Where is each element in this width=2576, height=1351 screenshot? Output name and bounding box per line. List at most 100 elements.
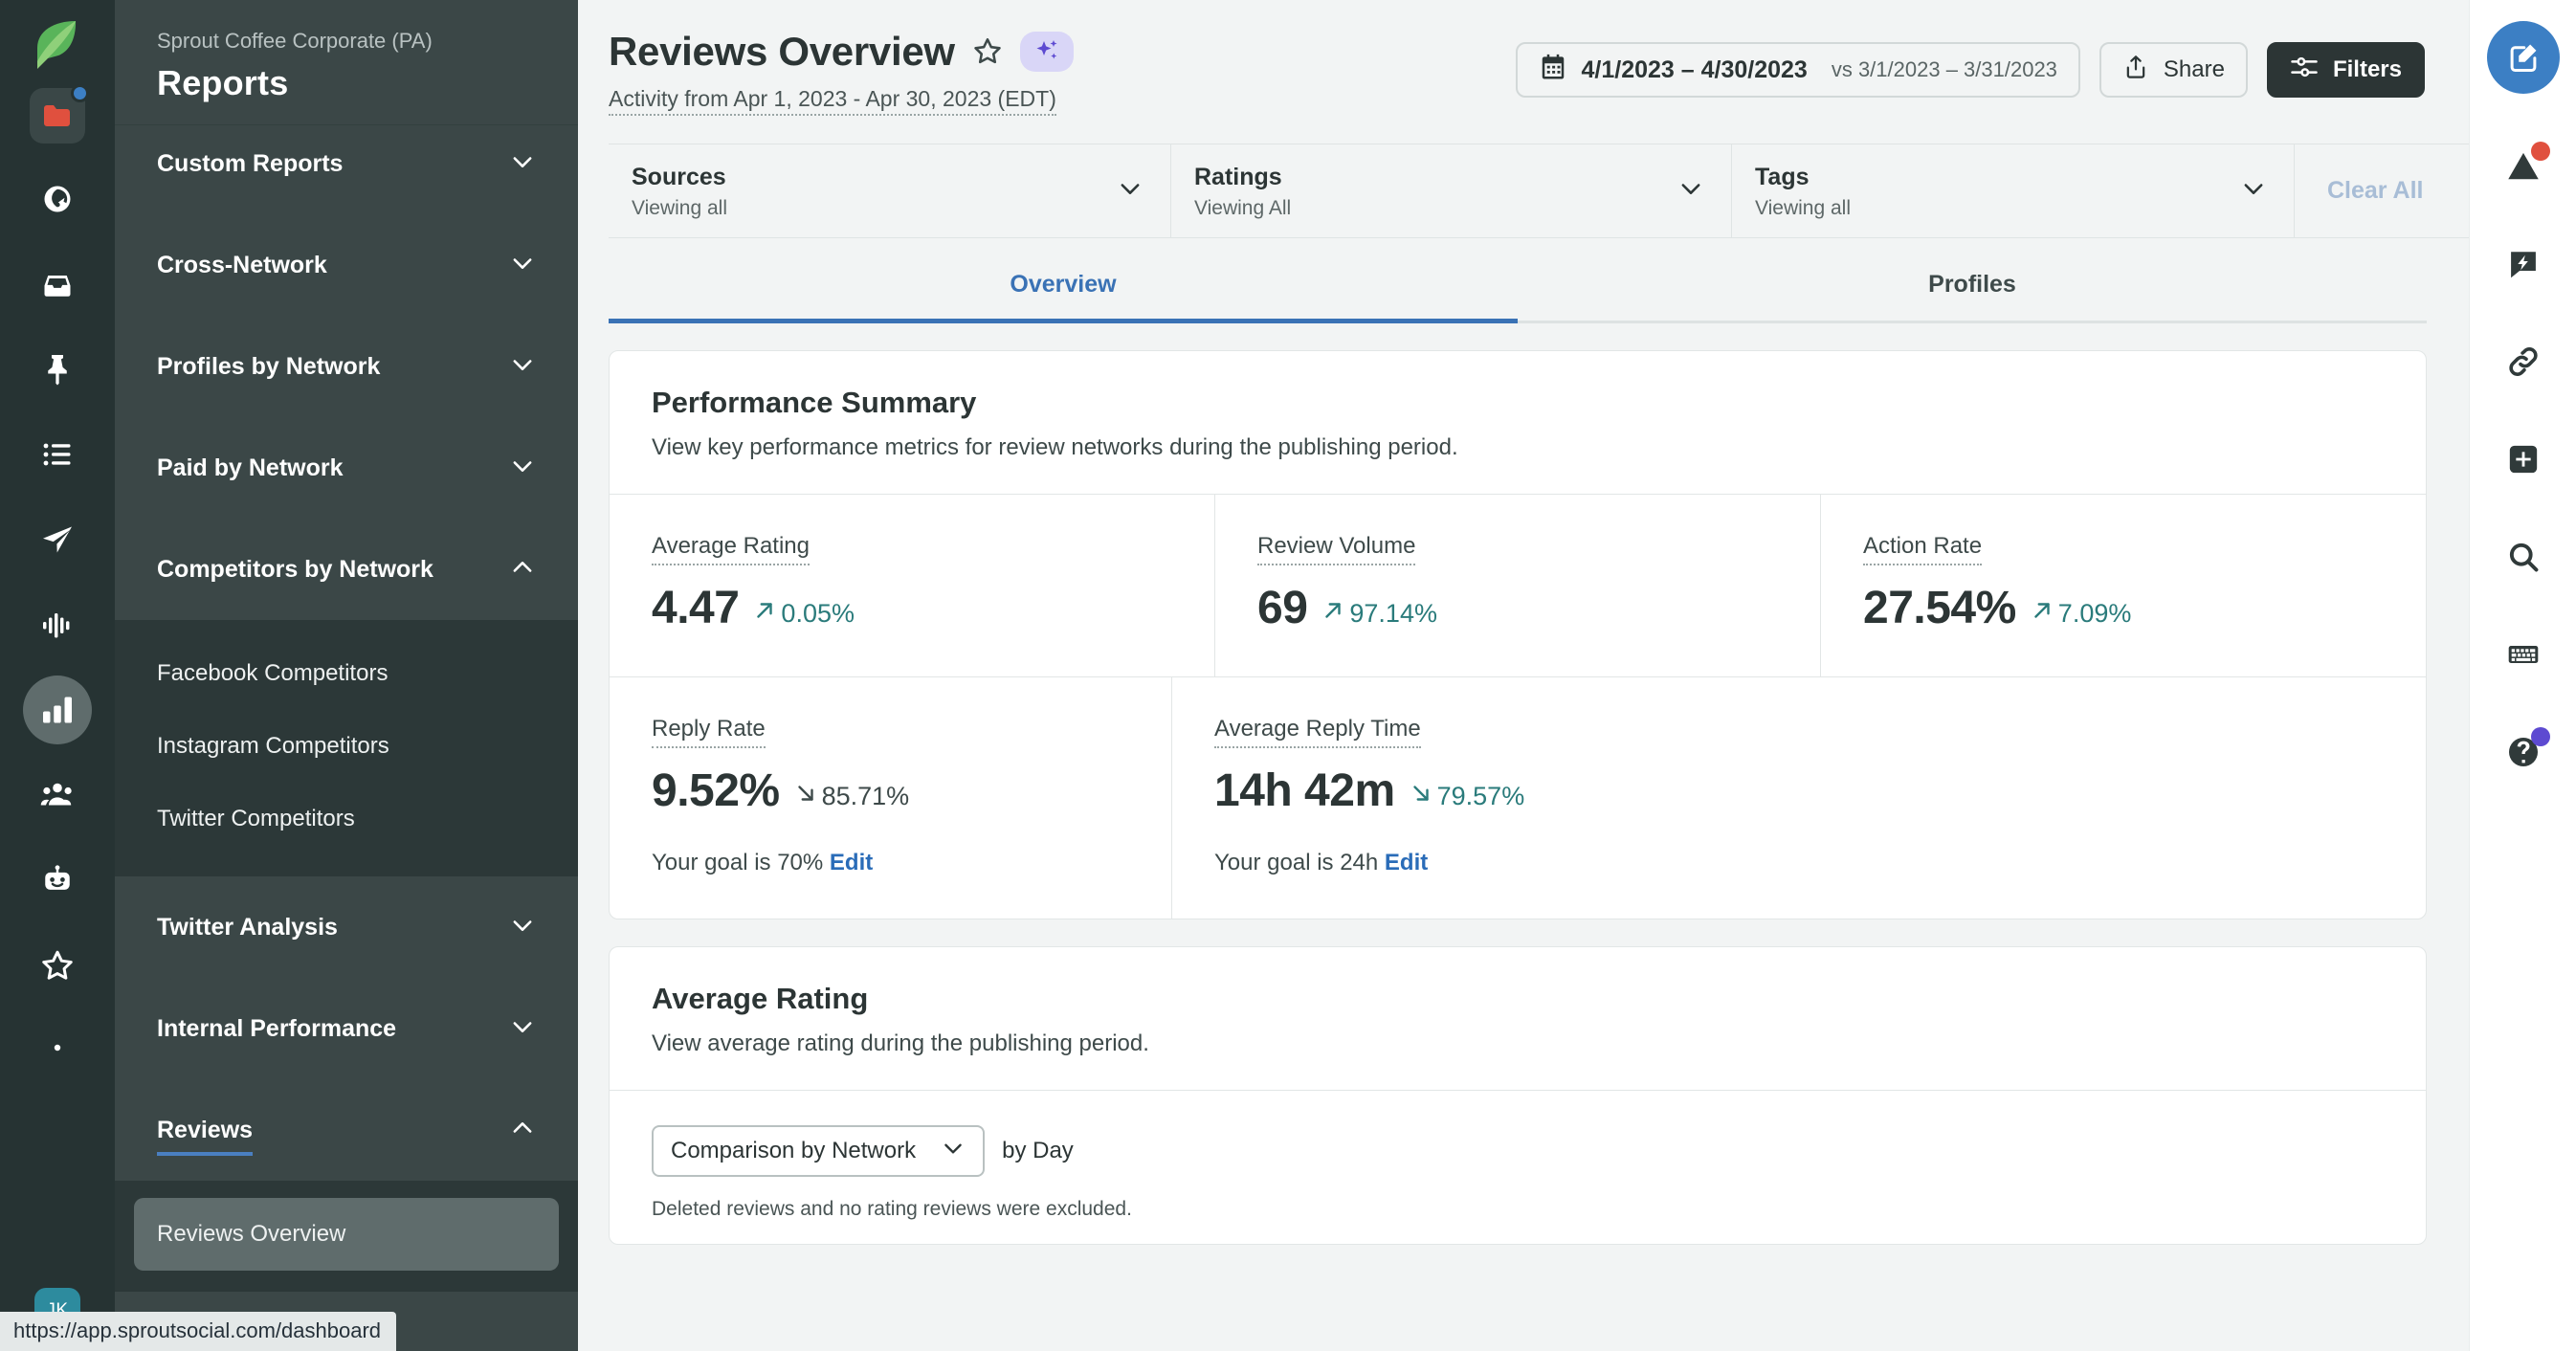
dashboard-icon[interactable] <box>23 165 92 233</box>
share-button[interactable]: Share <box>2099 42 2248 98</box>
people-icon[interactable] <box>23 761 92 830</box>
card-title: Performance Summary <box>652 386 2384 420</box>
sidebar-item-label: Reviews Overview <box>157 1221 345 1248</box>
filter-text: SourcesViewing all <box>632 162 727 220</box>
filter-ratings[interactable]: RatingsViewing All <box>1171 144 1732 237</box>
nav-group-5[interactable]: Twitter Analysis <box>115 876 578 978</box>
kpi-value-row: 4.470.05% <box>652 582 1172 634</box>
chevron-down-icon <box>509 1013 536 1045</box>
kpi-value-row: 27.54%7.09% <box>1863 582 2384 634</box>
date-range-value: 4/1/2023 – 4/30/2023 <box>1582 56 1808 84</box>
chevron-down-icon <box>509 453 536 484</box>
sidebar-item-label: Facebook Competitors <box>157 660 388 687</box>
chevron-down-icon <box>509 148 536 180</box>
kpi-delta-value: 0.05% <box>781 599 855 629</box>
card-description: View key performance metrics for review … <box>652 434 2384 461</box>
average-rating-card: Average Rating View average rating durin… <box>609 946 2427 1245</box>
ellipsis-icon[interactable] <box>23 1016 92 1085</box>
tab-overview[interactable]: Overview <box>609 238 1518 323</box>
link-icon[interactable] <box>2487 325 2560 398</box>
kpi-delta-value: 79.57% <box>1437 782 1525 811</box>
help-badge <box>2531 727 2550 746</box>
kpi-value-row: 69 97.14% <box>1257 582 1778 634</box>
kpi-delta: 97.14% <box>1321 598 1437 630</box>
alert-icon[interactable] <box>2487 130 2560 203</box>
nav-group-0[interactable]: Custom Reports <box>115 113 578 214</box>
card-header: Performance Summary View key performance… <box>610 351 2426 494</box>
card-title: Average Rating <box>652 982 2384 1016</box>
filter-label: Tags <box>1755 162 1851 192</box>
inbox-icon[interactable] <box>23 250 92 319</box>
nav-group-label: Twitter Analysis <box>157 914 338 941</box>
filters-label: Filters <box>2333 56 2402 83</box>
sidebar-item-twitter-competitors[interactable]: Twitter Competitors <box>115 783 578 855</box>
main-column: Reviews Overview Activity from Apr 1, 20… <box>578 0 2469 1351</box>
arrow-up-icon <box>1321 598 1345 630</box>
kpi-action-rate: Action Rate27.54%7.09% <box>1821 495 2426 676</box>
filter-value: Viewing all <box>1755 197 1851 220</box>
kpi-goal-edit-link[interactable]: Edit <box>830 850 873 875</box>
card-description: View average rating during the publishin… <box>652 1030 2384 1057</box>
sidebar-item-instagram-competitors[interactable]: Instagram Competitors <box>115 710 578 783</box>
granularity-label: by Day <box>1002 1138 1074 1164</box>
comparison-select[interactable]: Comparison by Network <box>652 1125 985 1177</box>
nav-group-4[interactable]: Competitors by Network <box>115 519 578 620</box>
star-outline-icon[interactable] <box>971 35 1004 68</box>
folder-icon[interactable] <box>30 88 85 144</box>
keyboard-icon[interactable] <box>2487 618 2560 691</box>
notification-dot <box>71 84 89 102</box>
bot-icon[interactable] <box>23 846 92 915</box>
filter-text: RatingsViewing All <box>1194 162 1291 220</box>
kpi-label: Review Volume <box>1257 533 1415 565</box>
search-icon[interactable] <box>2487 520 2560 593</box>
clear-all-button[interactable]: Clear All <box>2295 144 2456 237</box>
sidebar-item-facebook-competitors[interactable]: Facebook Competitors <box>115 637 578 710</box>
kpi-delta-value: 97.14% <box>1349 599 1437 629</box>
topbar: Reviews Overview Activity from Apr 1, 20… <box>578 0 2469 144</box>
filter-tags[interactable]: Tags Viewing all <box>1732 144 2295 237</box>
chevron-down-icon <box>1677 175 1704 207</box>
pin-icon[interactable] <box>23 335 92 404</box>
chart-toolbar-row: Comparison by Network by Day <box>652 1125 2384 1177</box>
chevron-down-icon <box>509 912 536 943</box>
quick-reply-icon[interactable] <box>2487 228 2560 300</box>
compose-icon[interactable] <box>2487 21 2560 94</box>
nav-group-2[interactable]: Profiles by Network <box>115 316 578 417</box>
nav-group-1[interactable]: Cross-Network <box>115 214 578 316</box>
sidebar-item-reviews-overview[interactable]: Reviews Overview <box>134 1198 559 1271</box>
kpi-row-1: Average Rating4.470.05%Review Volume6997… <box>610 494 2426 676</box>
performance-summary-card: Performance Summary View key performance… <box>609 350 2427 919</box>
sprout-leaf-logo[interactable] <box>28 15 87 75</box>
chevron-down-icon <box>2240 175 2267 207</box>
send-icon[interactable] <box>23 505 92 574</box>
activity-period[interactable]: Activity from Apr 1, 2023 - Apr 30, 2023… <box>609 86 1056 116</box>
nav-header: Sprout Coffee Corporate (PA) Reports <box>115 0 578 124</box>
filters-button[interactable]: Filters <box>2267 42 2425 98</box>
help-icon[interactable] <box>2487 716 2560 788</box>
nav-group-7[interactable]: Reviews <box>115 1079 578 1181</box>
bar-chart-icon[interactable] <box>23 676 92 744</box>
list-icon[interactable] <box>23 420 92 489</box>
tab-profiles[interactable]: Profiles <box>1518 238 2427 323</box>
sparkle-icon[interactable] <box>1020 32 1074 72</box>
share-label: Share <box>2164 56 2225 83</box>
kpi-value: 69 <box>1257 582 1307 634</box>
kpi-goal-edit-link[interactable]: Edit <box>1385 850 1428 875</box>
share-icon <box>2122 54 2149 87</box>
top-actions: 4/1/2023 – 4/30/2023 vs 3/1/2023 – 3/31/… <box>1516 21 2426 98</box>
arrow-down-icon <box>1409 781 1433 812</box>
nav-group-6[interactable]: Internal Performance <box>115 978 578 1079</box>
add-icon[interactable] <box>2487 423 2560 496</box>
chevron-down-icon <box>1117 175 1144 207</box>
nav-group-label: Custom Reports <box>157 150 343 178</box>
filter-label: Ratings <box>1194 162 1291 192</box>
page-title: Reviews Overview <box>609 29 955 75</box>
star-icon[interactable] <box>23 931 92 1000</box>
audio-wave-icon[interactable] <box>23 590 92 659</box>
kpi-value-row: 9.52%85.71% <box>652 764 1129 817</box>
kpi-delta: 79.57% <box>1409 781 1525 812</box>
nav-group-3[interactable]: Paid by Network <box>115 417 578 519</box>
date-range-picker[interactable]: 4/1/2023 – 4/30/2023 vs 3/1/2023 – 3/31/… <box>1516 42 2080 98</box>
kpi-delta: 7.09% <box>2030 598 2132 630</box>
filter-sources[interactable]: SourcesViewing all <box>609 144 1171 237</box>
